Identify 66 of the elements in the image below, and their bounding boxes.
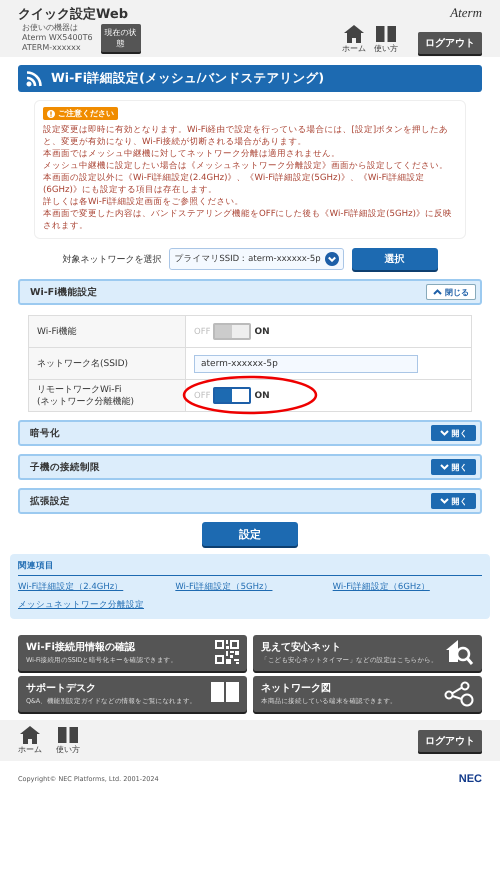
related-link[interactable]: メッシュネットワーク分離設定 — [18, 599, 168, 611]
network-select-label: 対象ネットワークを選択 — [62, 254, 162, 266]
wifi-icon — [26, 70, 44, 86]
book-icon — [211, 681, 239, 703]
on-label: ON — [254, 390, 270, 400]
qr-code-icon — [215, 640, 239, 664]
company-logo: NEC — [458, 773, 482, 785]
chevron-down-icon — [324, 252, 339, 266]
section-title: Wi-Fi機能設定 — [30, 286, 98, 298]
notice-text: メッシュ中継機に設定したい場合は《メッシュネットワーク分離設定》画面から設定してください。 — [43, 160, 449, 172]
section-toggle-button[interactable]: 開く — [431, 425, 476, 441]
related-title: 関連項目 — [18, 560, 482, 576]
logout-button[interactable]: ログアウト — [418, 32, 482, 54]
select-button[interactable]: 選択 — [352, 248, 438, 270]
related-link[interactable]: Wi-Fi詳細設定（2.4GHz） — [18, 581, 168, 593]
book-icon — [57, 726, 79, 744]
section-toggle-button[interactable]: 開く — [431, 493, 476, 509]
notice-text: 詳しくは各Wi-Fi詳細設定画面をご参照ください。 — [43, 196, 245, 208]
notice-text: 設定変更は即時に有効となります。Wi-Fi経由で設定を行っている場合には、[設定]ボタンを押したあと、変更が有効になり、Wi-Fi接続が切断される場合があります。 — [43, 124, 450, 148]
network-icon — [444, 681, 474, 707]
on-label: ON — [254, 326, 270, 336]
book-icon — [375, 25, 397, 43]
nav-link[interactable]: 使い方 — [374, 25, 398, 54]
related-link[interactable]: Wi-Fi詳細設定（6GHz） — [332, 581, 482, 593]
related-link[interactable]: Wi-Fi詳細設定（5GHz） — [175, 581, 325, 593]
section-title: 暗号化 — [30, 426, 60, 440]
chevron-up-icon — [433, 289, 442, 295]
tile-title: Wi-Fi接続用情報の確認 — [26, 640, 136, 654]
submit-button[interactable]: 設定 — [202, 522, 298, 546]
section-title: 子機の接続制限 — [30, 460, 100, 474]
nav-link[interactable]: ホーム — [18, 726, 42, 755]
setting-label: リモートワークWi-Fi (ネットワーク分離機能) — [28, 380, 186, 412]
device-info: Aterm WX5400T6 — [22, 33, 93, 43]
network-select[interactable]: プライマリSSID：aterm-xxxxxx-5p — [169, 248, 344, 270]
page-title: Wi-Fi詳細設定(メッシュ/バンドステアリング) — [51, 70, 324, 87]
brand-logo: Aterm — [450, 5, 482, 21]
app-title: クイック設定Web — [18, 6, 129, 23]
ssid-input-field[interactable]: aterm-xxxxxx-5p — [194, 354, 418, 372]
notice-badge: ご注意ください — [43, 107, 118, 120]
tile-title: ネットワーク図 — [261, 682, 332, 695]
nav-link[interactable]: 使い方 — [56, 726, 80, 755]
chevron-down-icon — [440, 498, 448, 504]
setting-label: Wi-Fi機能 — [28, 316, 186, 348]
notice-text: 本画面の設定以外に《Wi-Fi詳細設定(2.4GHz)》、《Wi-Fi詳細設定(5GHz)》、《Wi-Fi詳細設定(6GHz)》にも設定する項目は存在します。 — [43, 172, 426, 196]
setting-label: ネットワーク名(SSID) — [28, 348, 186, 380]
nav-link[interactable]: ホーム — [342, 25, 366, 54]
tile-title: サポートデスク — [26, 682, 97, 695]
logout-button[interactable]: ログアウト — [418, 730, 482, 752]
chevron-down-icon — [440, 430, 448, 436]
off-label: OFF — [194, 390, 210, 400]
device-info: お使いの機器は — [22, 23, 79, 33]
home-icon — [344, 25, 364, 43]
notice-text: 本画面ではメッシュ中継機に対してネットワーク分離は適用されません。 — [43, 148, 341, 160]
notice-text: 本画面で変更した内容は、バンドステアリング機能をOFFにした後も《Wi-Fi詳細設定(5GHz)》に反映されます。 — [43, 208, 453, 232]
section-toggle-button[interactable]: 開く — [431, 459, 476, 475]
tile-title: 見えて安心ネット — [261, 640, 342, 654]
section-title: 拡張設定 — [30, 494, 70, 508]
device-info: ATERM-xxxxxx — [22, 43, 82, 53]
toggle-switch[interactable] — [213, 387, 252, 404]
warning-icon — [47, 110, 55, 118]
status-button[interactable]: 現在の状態 — [100, 24, 141, 52]
house-search-icon — [446, 640, 474, 666]
off-label: OFF — [194, 326, 210, 336]
home-icon — [20, 726, 40, 744]
section-toggle-button[interactable]: 閉じる — [426, 284, 476, 300]
chevron-down-icon — [440, 464, 448, 470]
